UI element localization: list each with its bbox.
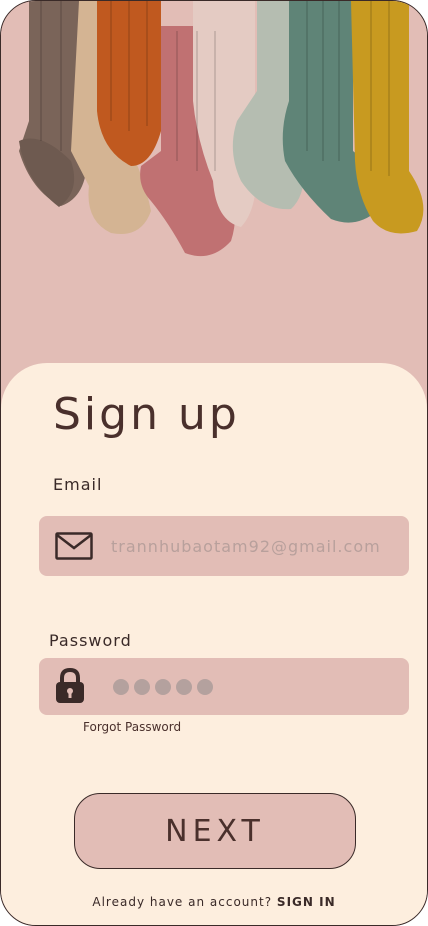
password-label: Password: [49, 631, 132, 650]
password-mask[interactable]: [113, 679, 213, 695]
email-field[interactable]: [39, 516, 409, 576]
sign-in-prompt: Already have an account? SIGN IN: [1, 895, 427, 909]
socks-hero-image: [1, 1, 427, 371]
email-label: Email: [53, 475, 103, 494]
password-dot: [113, 679, 129, 695]
already-account-text: Already have an account?: [92, 895, 273, 909]
password-field[interactable]: [39, 658, 409, 715]
next-button[interactable]: NEXT: [74, 793, 356, 869]
page-title: Sign up: [53, 389, 240, 440]
email-input[interactable]: [111, 516, 401, 576]
password-dot: [197, 679, 213, 695]
phone-frame: Sign up Email Password Forg: [0, 0, 428, 926]
lock-icon: [55, 667, 85, 708]
envelope-icon: [55, 532, 93, 564]
password-dot: [155, 679, 171, 695]
forgot-password-link[interactable]: Forgot Password: [83, 720, 181, 734]
password-dot: [176, 679, 192, 695]
password-dot: [134, 679, 150, 695]
sign-in-link[interactable]: SIGN IN: [277, 895, 336, 909]
